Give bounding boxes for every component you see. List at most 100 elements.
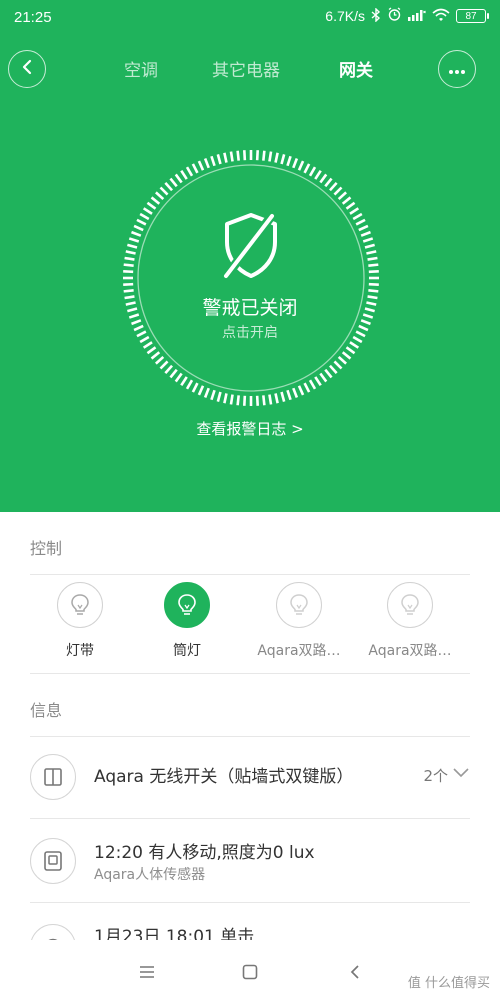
dial-tick (191, 163, 199, 174)
alarm-status-hint[interactable]: 点击开启 (0, 322, 500, 342)
home-icon[interactable] (236, 958, 264, 986)
dial-tick (303, 163, 311, 174)
dial-tick (236, 395, 240, 406)
motion-sensor-icon (30, 838, 76, 884)
dial-tick (297, 385, 305, 396)
more-button[interactable] (438, 50, 476, 88)
control-label: 灯带 (66, 643, 94, 659)
dial-tick (308, 166, 317, 177)
dial-tick (292, 158, 299, 169)
info-row-divider (30, 818, 470, 819)
control-label: Aqara双路… (368, 643, 452, 659)
control-item-aqara-dual-1[interactable]: Aqara双路… (244, 582, 354, 660)
screen: 21:25 6.7K/s 87 空调 其它电器 网关 警戒已关闭 点击开启 查看… (0, 0, 500, 1000)
menu-icon[interactable] (133, 958, 161, 986)
device-count: 2个 (423, 767, 448, 785)
dial-ticks (123, 150, 379, 406)
signal-icon (408, 8, 426, 24)
dial-tick (274, 393, 279, 404)
back-button[interactable] (8, 50, 46, 88)
bulb-icon (57, 582, 103, 628)
info-row-title: Aqara 无线开关（贴墙式双键版） (94, 767, 354, 787)
status-bar: 21:25 6.7K/s 87 (0, 0, 500, 36)
dial-tick (223, 393, 228, 404)
dial-tick (150, 351, 161, 360)
dial-tick (303, 382, 311, 393)
dial-tick (368, 270, 379, 274)
dial-tick (255, 150, 259, 161)
back-nav-icon[interactable] (341, 958, 369, 986)
dial-tick (131, 230, 142, 237)
control-divider (30, 574, 470, 575)
tab-other-appliances[interactable]: 其它电器 (212, 56, 280, 81)
bluetooth-icon (371, 6, 381, 25)
alarm-log-link[interactable]: 查看报警日志 > (0, 418, 500, 439)
bulb-icon (387, 582, 433, 628)
chevron-down-icon[interactable] (452, 764, 470, 783)
dial-tick (341, 351, 352, 360)
dial-tick (319, 173, 328, 184)
status-right: 6.7K/s 87 (325, 6, 489, 25)
alarm-toggle-dial[interactable] (123, 150, 379, 406)
control-item-downlight[interactable]: 筒灯 (132, 582, 242, 660)
dial-tick (155, 191, 165, 201)
info-row-title: 1月23日 18:01 单击 (94, 927, 255, 940)
dial-tick (268, 151, 273, 162)
dial-tick (229, 394, 234, 405)
dial-tick (345, 346, 356, 355)
dial-tick (128, 237, 140, 243)
dial-tick (324, 177, 333, 188)
dial-tick (159, 360, 169, 370)
dial-tick (297, 160, 305, 171)
dial-tick (280, 391, 286, 402)
wall-switch-icon (30, 754, 76, 800)
dial-tick (337, 191, 347, 201)
dial-tick (236, 150, 240, 161)
info-row-wall-switch[interactable]: Aqara 无线开关（贴墙式双键版） 2个 (30, 742, 470, 822)
dial-tick (169, 368, 178, 379)
control-item-aqara-dual-2[interactable]: Aqara双路… (355, 582, 465, 660)
dial-tick (142, 341, 153, 349)
dial-tick (280, 154, 286, 165)
watermark: 值 什么值得买 (407, 976, 490, 991)
chevron-left-icon (20, 59, 34, 79)
control-label: Aqara双路… (257, 643, 341, 659)
dial-tick (355, 218, 366, 226)
dial-tick (169, 177, 178, 188)
info-row-button[interactable]: 1月23日 18:01 单击 (30, 912, 470, 940)
dial-tick (243, 395, 247, 406)
info-row-title: 12:20 有人移动,照度为0 lux (94, 843, 315, 863)
dial-tick (367, 256, 378, 261)
dial-tick (368, 289, 379, 293)
dial-tick (262, 395, 266, 406)
info-row-motion[interactable]: 12:20 有人移动,照度为0 lux Aqara人体传感器 (30, 826, 470, 906)
tab-gateway[interactable]: 网关 (339, 56, 373, 81)
dial-tick (324, 368, 333, 379)
dial-tick (127, 243, 138, 249)
dial-tick (146, 346, 157, 355)
dial-tick (159, 186, 169, 196)
dial-tick (333, 186, 343, 196)
dial-tick (274, 152, 279, 163)
dial-tick (155, 355, 165, 365)
dial-tick (124, 256, 135, 261)
dial-tick (358, 224, 369, 232)
dial-tick (308, 379, 317, 390)
dial-tick (139, 212, 150, 221)
tab-air-conditioner[interactable]: 空调 (124, 56, 158, 81)
dial-tick (123, 270, 134, 274)
net-speed: 6.7K/s (325, 8, 365, 24)
dial-tick (368, 263, 379, 267)
dial-tick (362, 237, 374, 243)
info-row-divider (30, 902, 470, 903)
control-item-light-strip[interactable]: 灯带 (25, 582, 135, 660)
dial-tick (203, 387, 210, 398)
info-row-subtitle: Aqara人体传感器 (94, 867, 206, 883)
dial-tick (203, 158, 210, 169)
dial-tick (197, 385, 205, 396)
dial-tick (174, 173, 183, 184)
dial-tick (123, 289, 134, 293)
control-bottom-divider (30, 673, 470, 674)
dial-tick (216, 391, 222, 402)
dial-tick (292, 387, 299, 398)
